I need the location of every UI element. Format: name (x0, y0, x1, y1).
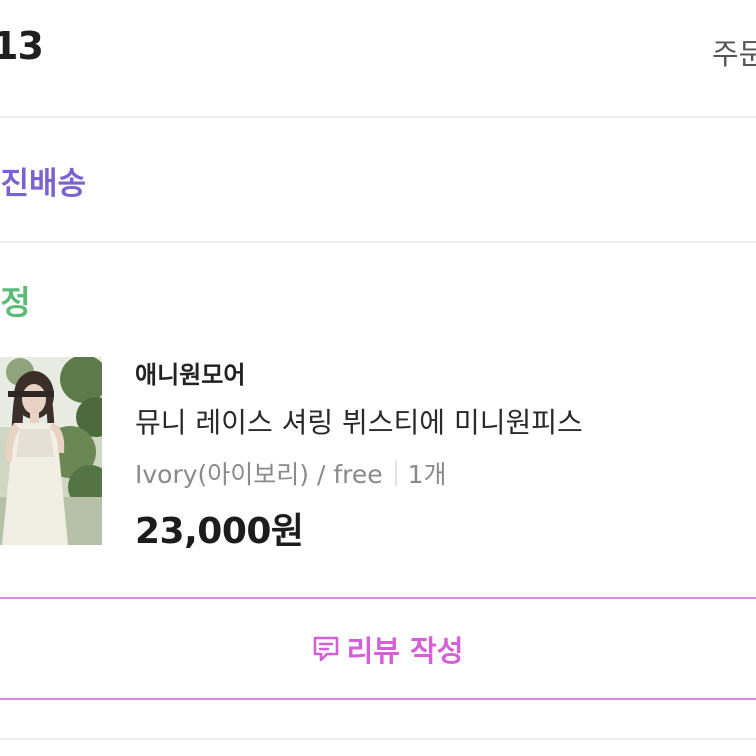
write-review-label: 리뷰 작성 (346, 633, 464, 668)
product-option: Ivory(아이보리) / free (135, 460, 383, 489)
review-speech-bubble-icon (311, 634, 341, 664)
order-date: 13 (0, 24, 44, 68)
product-brand[interactable]: 애니원모어 (135, 355, 245, 390)
order-status-label: 확정 (0, 283, 31, 322)
order-detail-link[interactable]: 주문 (712, 31, 756, 73)
product-price: 23,000원 (135, 511, 304, 552)
divider (0, 116, 756, 118)
divider (0, 241, 756, 243)
order-detail-page: 13 주문 직진배송 확정 애니원모어 뮤니 레이스 셔링 뷔스티에 미 (0, 0, 756, 756)
write-review-content: 리뷰 작성 (311, 628, 464, 670)
product-quantity: 1개 (407, 460, 447, 489)
write-review-button[interactable]: 리뷰 작성 (0, 597, 756, 700)
product-photo (0, 357, 102, 545)
product-thumbnail[interactable] (0, 357, 102, 545)
divider (0, 738, 756, 740)
product-option-row: Ivory(아이보리) / free 1개 (135, 455, 447, 491)
product-name[interactable]: 뮤니 레이스 셔링 뷔스티에 미니원피스 (135, 401, 583, 441)
delivery-type-label: 직진배송 (0, 166, 87, 202)
option-separator (394, 460, 397, 486)
